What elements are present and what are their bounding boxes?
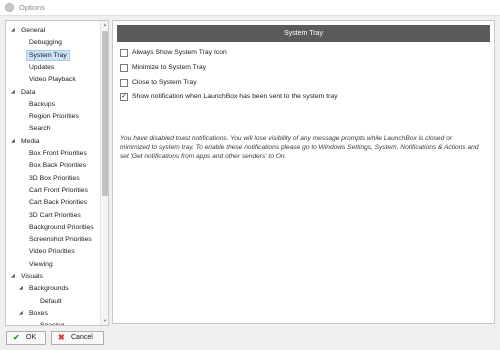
cancel-label: Cancel [71,334,93,341]
expand-caret-icon[interactable]: ◢ [19,283,23,294]
tree-item-label: Debugging [29,39,62,47]
tree-item-label: Visuals [21,273,43,280]
tree-item[interactable]: Box Back Priorities [6,160,99,171]
tree-item[interactable]: Cart Back Priorities [6,197,99,208]
ok-button[interactable]: ✔ OK [6,331,46,345]
checkbox[interactable] [120,79,128,87]
tree-item-label: Data [21,88,36,96]
tree-item[interactable]: Search [6,123,99,134]
tree-item-label: Box Back Priorities [29,162,87,170]
scroll-up-icon[interactable]: ▲ [102,21,108,29]
tree-item[interactable]: 3D Cart Priorities [6,210,99,221]
tree-item[interactable]: Video Priorities [6,246,99,257]
tree-item[interactable]: Background Priorities [6,222,99,233]
tree-item-label: Media [21,137,40,145]
tree-item[interactable]: ◢ General [6,25,99,36]
tree-item[interactable]: ◢ Backgrounds [6,283,99,294]
tree-scrollbar[interactable]: ▲ ▼ [100,21,108,325]
dialog-footer: ✔ OK ✖ Cancel [0,326,500,350]
app-icon [5,3,14,12]
checkbox[interactable] [120,49,128,57]
tree-item-label: 3D Box Priorities [29,174,80,182]
tree-item-label: Video Playback [29,76,76,84]
option-label: Always Show System Tray Icon [132,49,227,56]
tree-item[interactable]: ◢ Boxes [6,308,99,319]
tree-item[interactable]: Box Front Priorities [6,148,99,159]
tree-item[interactable]: Backups [6,99,99,110]
expand-caret-icon[interactable]: ◢ [11,87,15,98]
tree-item[interactable]: Video Playback [6,74,99,85]
scroll-down-icon[interactable]: ▼ [102,317,108,325]
tree-item-label: Backups [29,100,56,108]
tree-item-label: Search [29,125,51,133]
option-row[interactable]: Close to System Tray [120,78,480,88]
checkbox[interactable] [120,64,128,72]
tree-item-label: Box Front Priorities [29,150,87,157]
window-title: Options [19,3,45,12]
tree-item-label: Background Priorities [29,223,94,231]
tree-item-label: Video Priorities [29,248,75,256]
tree-item[interactable]: System Tray [26,49,70,61]
tree-item-label: Screenshot Priorities [29,236,92,244]
tree-item[interactable]: Cart Front Priorities [6,185,99,196]
option-label: Show notification when LaunchBox has bee… [132,93,338,100]
panel-header: System Tray [117,25,490,42]
tree-item[interactable]: Screenshot Priorities [6,234,99,245]
tree-item-label: Default [40,297,62,305]
expand-caret-icon[interactable]: ◢ [19,308,23,319]
cancel-button[interactable]: ✖ Cancel [51,331,104,345]
tree-item[interactable]: Viewing [6,259,99,270]
tree-item-label: General [21,27,46,34]
option-row[interactable]: Always Show System Tray Icon [120,48,480,58]
option-row[interactable]: Minimize to System Tray [120,63,480,73]
tree-item-label: 3D Cart Priorities [29,211,81,219]
tree-item-label: Updates [29,63,55,71]
toast-notice: You have disabled toast notifications. Y… [120,135,479,160]
tree-item[interactable]: ◢ Data [6,87,99,98]
expand-caret-icon[interactable]: ◢ [11,271,15,282]
expand-caret-icon[interactable]: ◢ [11,136,15,147]
tree-item-label: Backgrounds [29,285,69,293]
cross-icon: ✖ [58,333,65,342]
tree-item[interactable]: Debugging [6,37,99,48]
options-tree: ◢ General Debugging System Tray Updates Video… [5,20,109,326]
title-bar: Options [0,0,500,16]
tree-item[interactable]: Default [6,296,99,307]
settings-panel: System Tray Always Show System Tray Icon… [112,20,495,324]
option-row[interactable]: ✓ Show notification when LaunchBox has be… [120,92,480,102]
tree-item[interactable]: ◢ Visuals [6,271,99,282]
ok-label: OK [26,334,37,341]
tree-item-label: System Tray [29,51,67,59]
tree-item-label: Cart Front Priorities [29,186,88,194]
tree-item-label: Viewing [29,260,53,268]
tree-item-label: Region Priorities [29,113,79,121]
tree-item-label: Boxes [29,309,48,317]
expand-caret-icon[interactable]: ◢ [11,25,15,36]
tree-item-label: Cart Back Priorities [29,199,88,207]
scroll-thumb[interactable] [102,31,108,196]
option-label: Minimize to System Tray [132,64,207,71]
tree-item[interactable]: 3D Box Priorities [6,173,99,184]
tree-item[interactable]: ◢ Media [6,136,99,147]
tree-item[interactable]: Region Priorities [6,111,99,122]
tree-item[interactable]: Updates [6,62,99,73]
option-label: Close to System Tray [132,79,197,86]
check-icon: ✔ [13,333,20,342]
checkbox[interactable]: ✓ [120,93,128,101]
